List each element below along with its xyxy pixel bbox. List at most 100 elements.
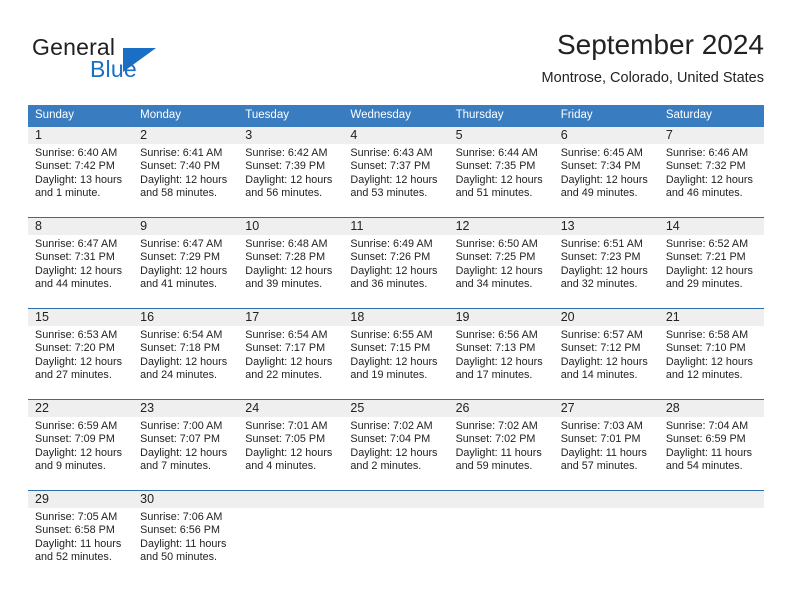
sunrise-text: Sunrise: 6:42 AM bbox=[245, 147, 328, 159]
sunrise-text: Sunrise: 6:40 AM bbox=[35, 147, 118, 159]
day-cell-details bbox=[238, 508, 343, 511]
day-number bbox=[448, 491, 554, 508]
daylight-text-line2: and 52 minutes. bbox=[35, 551, 112, 564]
calendar-day-cell[interactable]: 19 Sunrise: 6:56 AM Sunset: 7:13 PM Dayligh… bbox=[448, 308, 554, 400]
day-cell-details: Sunrise: 7:02 AM Sunset: 7:04 PM Daylight:… bbox=[343, 417, 448, 474]
sunrise-text: Sunrise: 6:47 AM bbox=[35, 238, 118, 250]
day-cell-details: Sunrise: 6:54 AM Sunset: 7:17 PM Daylight:… bbox=[238, 326, 343, 383]
calendar-day-cell[interactable]: 13 Sunrise: 6:51 AM Sunset: 7:23 PM Dayligh… bbox=[553, 217, 659, 309]
calendar-day-cell-empty bbox=[553, 490, 659, 581]
day-cell-inner: 28 Sunrise: 7:04 AM Sunset: 6:59 PM Dayligh… bbox=[658, 400, 764, 490]
daylight-text-line2: and 39 minutes. bbox=[245, 278, 323, 291]
calendar-day-cell[interactable]: 6 Sunrise: 6:45 AM Sunset: 7:34 PM Daylight… bbox=[553, 127, 659, 218]
daylight-text-line1: Daylight: 12 hours bbox=[245, 173, 333, 186]
sunset-text: Sunset: 7:10 PM bbox=[665, 342, 746, 355]
calendar-day-cell[interactable]: 1 Sunrise: 6:40 AM Sunset: 7:42 PM Daylight… bbox=[28, 127, 134, 218]
calendar-day-cell[interactable]: 3 Sunrise: 6:42 AM Sunset: 7:39 PM Daylight… bbox=[238, 127, 344, 218]
daylight-text-line2: and 12 minutes. bbox=[665, 369, 743, 382]
calendar-day-cell[interactable]: 17 Sunrise: 6:54 AM Sunset: 7:17 PM Dayligh… bbox=[238, 308, 344, 400]
page-subtitle: Montrose, Colorado, United States bbox=[541, 70, 764, 86]
weekday-header-wednesday: Wednesday bbox=[343, 105, 449, 127]
calendar-week-row: 15 Sunrise: 6:53 AM Sunset: 7:20 PM Dayligh… bbox=[28, 308, 764, 400]
sunrise-text: Sunrise: 6:47 AM bbox=[140, 238, 223, 250]
day-cell-details: Sunrise: 7:00 AM Sunset: 7:07 PM Daylight:… bbox=[133, 417, 238, 474]
daylight-text-line2: and 34 minutes. bbox=[455, 278, 533, 291]
sunset-text: Sunset: 6:59 PM bbox=[665, 433, 746, 446]
sunrise-text: Sunrise: 7:02 AM bbox=[350, 420, 433, 432]
calendar-day-cell[interactable]: 20 Sunrise: 6:57 AM Sunset: 7:12 PM Dayligh… bbox=[553, 308, 659, 400]
day-number: 3 bbox=[238, 127, 344, 144]
calendar-day-cell[interactable]: 15 Sunrise: 6:53 AM Sunset: 7:20 PM Dayligh… bbox=[28, 308, 134, 400]
daylight-text-line2: and 51 minutes. bbox=[455, 187, 533, 200]
calendar-day-cell[interactable]: 26 Sunrise: 7:02 AM Sunset: 7:02 PM Dayligh… bbox=[448, 399, 554, 491]
day-cell-inner: 27 Sunrise: 7:03 AM Sunset: 7:01 PM Dayligh… bbox=[553, 400, 659, 490]
calendar-day-cell[interactable]: 8 Sunrise: 6:47 AM Sunset: 7:31 PM Daylight… bbox=[28, 217, 134, 309]
calendar-day-cell[interactable]: 24 Sunrise: 7:01 AM Sunset: 7:05 PM Dayligh… bbox=[238, 399, 344, 491]
day-cell-inner: 15 Sunrise: 6:53 AM Sunset: 7:20 PM Dayligh… bbox=[28, 309, 134, 399]
daylight-text-line1: Daylight: 12 hours bbox=[560, 355, 648, 368]
calendar-day-cell[interactable]: 10 Sunrise: 6:48 AM Sunset: 7:28 PM Dayligh… bbox=[238, 217, 344, 309]
day-cell-details bbox=[449, 508, 554, 511]
day-cell-details: Sunrise: 6:50 AM Sunset: 7:25 PM Daylight:… bbox=[449, 235, 554, 292]
day-cell-inner: 25 Sunrise: 7:02 AM Sunset: 7:04 PM Dayligh… bbox=[343, 400, 449, 490]
daylight-text-line1: Daylight: 11 hours bbox=[665, 446, 753, 459]
calendar-day-cell-empty bbox=[448, 490, 554, 581]
day-cell-inner: 6 Sunrise: 6:45 AM Sunset: 7:34 PM Daylight… bbox=[553, 127, 659, 217]
daylight-text-line1: Daylight: 12 hours bbox=[35, 355, 123, 368]
calendar-day-cell[interactable]: 28 Sunrise: 7:04 AM Sunset: 6:59 PM Dayligh… bbox=[658, 399, 764, 491]
calendar-day-cell[interactable]: 21 Sunrise: 6:58 AM Sunset: 7:10 PM Dayligh… bbox=[658, 308, 764, 400]
calendar-day-cell[interactable]: 23 Sunrise: 7:00 AM Sunset: 7:07 PM Dayligh… bbox=[133, 399, 239, 491]
page-title: September 2024 bbox=[556, 29, 764, 60]
daylight-text-line1: Daylight: 12 hours bbox=[455, 355, 543, 368]
day-cell-inner: 21 Sunrise: 6:58 AM Sunset: 7:10 PM Dayligh… bbox=[658, 309, 764, 399]
day-cell-details bbox=[554, 508, 659, 511]
calendar-body: 1 Sunrise: 6:40 AM Sunset: 7:42 PM Daylight… bbox=[28, 127, 764, 581]
day-cell-details: Sunrise: 6:59 AM Sunset: 7:09 PM Daylight:… bbox=[28, 417, 133, 474]
daylight-text-line2: and 9 minutes. bbox=[35, 460, 106, 473]
sunrise-text: Sunrise: 6:45 AM bbox=[560, 147, 643, 159]
calendar-day-cell[interactable]: 18 Sunrise: 6:55 AM Sunset: 7:15 PM Dayligh… bbox=[343, 308, 449, 400]
sunrise-text: Sunrise: 6:58 AM bbox=[665, 329, 749, 341]
calendar-day-cell[interactable]: 29 Sunrise: 7:05 AM Sunset: 6:58 PM Dayligh… bbox=[28, 490, 134, 581]
daylight-text-line1: Daylight: 12 hours bbox=[455, 264, 543, 277]
calendar-day-cell[interactable]: 11 Sunrise: 6:49 AM Sunset: 7:26 PM Dayligh… bbox=[343, 217, 449, 309]
calendar-day-cell[interactable]: 16 Sunrise: 6:54 AM Sunset: 7:18 PM Dayligh… bbox=[133, 308, 239, 400]
day-cell-details: Sunrise: 6:45 AM Sunset: 7:34 PM Daylight:… bbox=[554, 144, 659, 201]
calendar-day-cell[interactable]: 14 Sunrise: 6:52 AM Sunset: 7:21 PM Dayligh… bbox=[658, 217, 764, 309]
sunset-text: Sunset: 7:26 PM bbox=[350, 251, 431, 264]
calendar-day-cell[interactable]: 12 Sunrise: 6:50 AM Sunset: 7:25 PM Dayligh… bbox=[448, 217, 554, 309]
day-number: 2 bbox=[133, 127, 239, 144]
weekday-header-friday: Friday bbox=[553, 105, 659, 127]
daylight-text-line2: and 57 minutes. bbox=[560, 460, 638, 473]
brand-logo[interactable]: General Blue bbox=[28, 34, 258, 90]
calendar-day-cell[interactable]: 30 Sunrise: 7:06 AM Sunset: 6:56 PM Dayligh… bbox=[133, 490, 239, 581]
day-cell-details: Sunrise: 6:47 AM Sunset: 7:31 PM Daylight:… bbox=[28, 235, 133, 292]
title-block: September 2024 Montrose, Colorado, Unite… bbox=[542, 28, 764, 88]
daylight-text-line2: and 7 minutes. bbox=[140, 460, 211, 473]
calendar-day-cell[interactable]: 5 Sunrise: 6:44 AM Sunset: 7:35 PM Daylight… bbox=[448, 127, 554, 218]
calendar-day-cell[interactable]: 7 Sunrise: 6:46 AM Sunset: 7:32 PM Daylight… bbox=[658, 127, 764, 218]
sunrise-text: Sunrise: 6:49 AM bbox=[350, 238, 433, 250]
calendar-day-cell[interactable]: 22 Sunrise: 6:59 AM Sunset: 7:09 PM Dayligh… bbox=[28, 399, 134, 491]
daylight-text-line2: and 27 minutes. bbox=[35, 369, 112, 382]
day-cell-inner: 5 Sunrise: 6:44 AM Sunset: 7:35 PM Daylight… bbox=[448, 127, 554, 217]
calendar-day-cell[interactable]: 25 Sunrise: 7:02 AM Sunset: 7:04 PM Dayligh… bbox=[343, 399, 449, 491]
day-cell-inner: 29 Sunrise: 7:05 AM Sunset: 6:58 PM Dayligh… bbox=[28, 491, 134, 581]
sunset-text: Sunset: 7:01 PM bbox=[560, 433, 641, 446]
daylight-text-line1: Daylight: 12 hours bbox=[665, 264, 753, 277]
calendar-day-cell[interactable]: 27 Sunrise: 7:03 AM Sunset: 7:01 PM Dayligh… bbox=[553, 399, 659, 491]
day-number: 6 bbox=[553, 127, 659, 144]
weekday-header-tuesday: Tuesday bbox=[238, 105, 344, 127]
calendar-day-cell-empty bbox=[238, 490, 344, 581]
day-cell-details: Sunrise: 6:46 AM Sunset: 7:32 PM Daylight:… bbox=[659, 144, 764, 201]
page-header: General Blue September 2024 Montrose, Co… bbox=[28, 28, 764, 98]
day-cell-inner: 1 Sunrise: 6:40 AM Sunset: 7:42 PM Daylight… bbox=[28, 127, 134, 217]
day-cell-details: Sunrise: 7:05 AM Sunset: 6:58 PM Daylight:… bbox=[28, 508, 133, 565]
calendar-day-cell[interactable]: 4 Sunrise: 6:43 AM Sunset: 7:37 PM Daylight… bbox=[343, 127, 449, 218]
sunset-text: Sunset: 7:32 PM bbox=[665, 160, 746, 173]
sunset-text: Sunset: 7:17 PM bbox=[245, 342, 326, 355]
day-cell-details: Sunrise: 6:43 AM Sunset: 7:37 PM Daylight:… bbox=[343, 144, 448, 201]
calendar-day-cell[interactable]: 9 Sunrise: 6:47 AM Sunset: 7:29 PM Daylight… bbox=[133, 217, 239, 309]
daylight-text-line1: Daylight: 12 hours bbox=[140, 355, 228, 368]
calendar-day-cell[interactable]: 2 Sunrise: 6:41 AM Sunset: 7:40 PM Daylight… bbox=[133, 127, 239, 218]
